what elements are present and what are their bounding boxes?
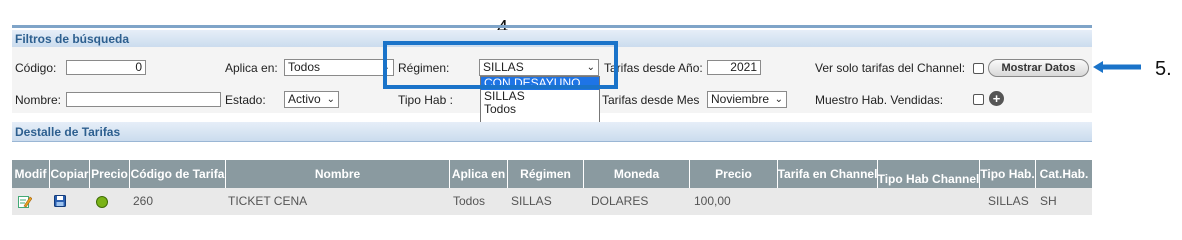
column-header: Moneda	[584, 160, 690, 188]
column-header: Copiar	[50, 160, 90, 188]
price-icon[interactable]	[96, 196, 108, 208]
column-header: Tarifa en Channel	[778, 160, 878, 188]
column-header: Precio	[90, 160, 130, 188]
regimen-option[interactable]: Todos	[481, 103, 599, 116]
row-moneda: DOLARES	[591, 194, 649, 208]
column-header: Tipo Hab.	[980, 160, 1036, 188]
row-aplica: Todos	[453, 194, 486, 208]
save-icon[interactable]	[54, 195, 66, 207]
edit-icon[interactable]	[18, 195, 32, 208]
tipo-hab-label: Tipo Hab :	[398, 93, 453, 107]
column-header: Tipo Hab Channel	[878, 160, 980, 188]
chevron-down-icon: ⌄	[326, 94, 335, 105]
aplica-value: Todos	[288, 60, 321, 74]
row-codigo: 260	[133, 194, 154, 208]
estado-label: Estado:	[225, 93, 266, 107]
row-tipo-hab: SILLAS	[988, 194, 1029, 208]
column-header: Nombre	[226, 160, 450, 188]
chevron-down-icon: ⌄	[774, 94, 783, 105]
nombre-input[interactable]	[66, 92, 221, 107]
detalle-section-title: Destalle de Tarifas	[12, 122, 1092, 142]
top-divider	[12, 25, 1092, 28]
codigo-input[interactable]: 0	[66, 60, 146, 75]
estado-select[interactable]: Activo ⌄	[284, 91, 339, 108]
column-header: Régimen	[508, 160, 584, 188]
channel-checkbox[interactable]	[973, 63, 984, 74]
channel-label: Ver solo tarifas del Channel:	[815, 61, 966, 75]
aplica-select[interactable]: Todos ⌄	[284, 59, 394, 76]
muestro-checkbox[interactable]	[973, 94, 984, 105]
step-5-annotation: 5.	[1155, 58, 1172, 80]
mostrar-datos-button[interactable]: Mostrar Datos	[988, 59, 1089, 77]
row-regimen: SILLAS	[511, 194, 552, 208]
tarifas-mes-select[interactable]: Noviembre ⌄	[707, 91, 787, 108]
estado-value: Activo	[288, 92, 321, 106]
column-header: Precio	[690, 160, 778, 188]
highlight-box	[383, 41, 618, 89]
tarifas-anio-label: Tarifas desde Año:	[604, 61, 703, 75]
column-header: Cat.Hab.	[1036, 160, 1092, 188]
row-cat-hab: SH	[1040, 194, 1057, 208]
muestro-label: Muestro Hab. Vendidas:	[815, 93, 944, 107]
nombre-label: Nombre:	[15, 93, 62, 107]
row-nombre: TICKET CENA	[228, 194, 308, 208]
row-precio: 100,00	[694, 194, 731, 208]
codigo-label: Código:	[15, 61, 57, 75]
table-header: Modif Copiar Precio Código de Tarifa Nom…	[12, 160, 1092, 188]
tarifas-mes-value: Noviembre	[711, 92, 770, 106]
table-row: 260 TICKET CENA Todos SILLAS DOLARES 100…	[12, 188, 1092, 215]
aplica-label: Aplica en:	[225, 61, 278, 75]
add-icon[interactable]: +	[989, 91, 1004, 106]
column-header: Código de Tarifa	[130, 160, 226, 188]
tarifas-mes-label: Tarifas desde Mes	[602, 93, 700, 107]
arrow-left-icon	[1093, 61, 1141, 73]
tarifas-anio-input[interactable]: 2021	[707, 60, 761, 75]
column-header: Aplica en	[450, 160, 508, 188]
column-header: Modif	[12, 160, 50, 188]
